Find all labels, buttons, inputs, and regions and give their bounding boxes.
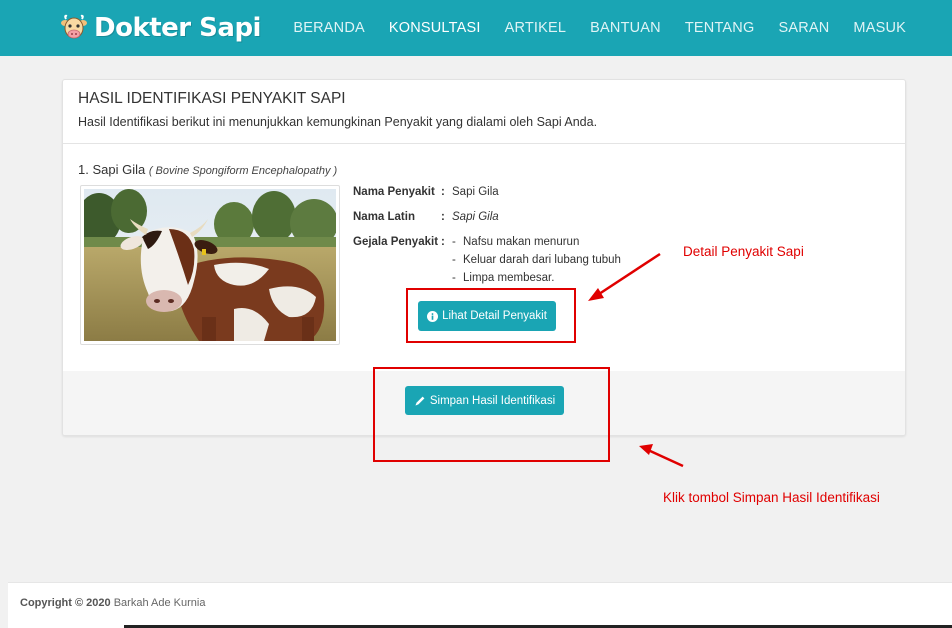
save-annotation-text: Klik tombol Simpan Hasil Identifikasi [663, 490, 880, 505]
latin-value: Sapi Gila [452, 211, 499, 223]
cow-photo [84, 189, 336, 341]
latin-label: Nama Latin [353, 211, 415, 223]
brand-name: Dokter Sapi [94, 13, 261, 43]
detail-annotation-text: Detail Penyakit Sapi [683, 244, 804, 259]
copyright-text: Copyright © 2020 Barkah Ade Kurnia [20, 597, 205, 609]
disease-image-frame [80, 185, 340, 345]
nav-item-artikel[interactable]: ARTIKEL [505, 20, 567, 36]
brand-link[interactable]: Dokter Sapi [60, 10, 261, 46]
page-footer: Copyright © 2020 Barkah Ade Kurnia [8, 582, 952, 628]
result-heading: 1. Sapi Gila ( Bovine Spongiform Encepha… [78, 162, 337, 177]
arrow-head-save [639, 444, 653, 455]
nav-item-masuk[interactable]: MASUK [853, 20, 906, 36]
cow-face-icon [61, 14, 87, 39]
latin-colon: : [441, 211, 445, 223]
copyright-author: Barkah Ade Kurnia [113, 597, 206, 609]
symptom-text: Keluar darah dari lubang tubuh [463, 254, 621, 266]
name-value: Sapi Gila [452, 186, 499, 198]
symptom-bullet: - [452, 272, 456, 284]
disease-latin-heading: ( Bovine Spongiform Encephalopathy ) [148, 165, 338, 177]
arrow-to-save [647, 448, 684, 468]
nav-item-beranda[interactable]: BERANDA [293, 20, 365, 36]
detail-highlight-box [406, 288, 576, 343]
page-subtitle: Hasil Identifikasi berikut ini menunjukk… [78, 115, 598, 129]
main-nav: BERANDA KONSULTASI ARTIKEL BANTUAN TENTA… [269, 0, 906, 56]
navbar: Dokter Sapi BERANDA KONSULTASI ARTIKEL B… [0, 0, 952, 56]
symptoms-colon: : [441, 236, 445, 248]
disease-name-heading: 1. Sapi Gila [78, 162, 146, 177]
nav-item-tentang[interactable]: TENTANG [685, 20, 755, 36]
page-title: HASIL IDENTIFIKASI PENYAKIT SAPI [78, 90, 346, 107]
card-header: HASIL IDENTIFIKASI PENYAKIT SAPI Hasil I… [63, 80, 905, 144]
name-label: Nama Penyakit [353, 186, 435, 198]
save-highlight-box [373, 367, 610, 462]
nav-item-saran[interactable]: SARAN [778, 20, 829, 36]
symptom-text: Limpa membesar. [463, 272, 555, 284]
symptom-text: Nafsu makan menurun [463, 236, 580, 248]
symptom-bullet: - [452, 254, 456, 266]
symptom-bullet: - [452, 236, 456, 248]
symptoms-label: Gejala Penyakit [353, 236, 439, 248]
name-colon: : [441, 186, 445, 198]
nav-item-konsultasi[interactable]: KONSULTASI [389, 20, 481, 36]
copyright-label: Copyright © 2020 [20, 597, 111, 609]
nav-item-bantuan[interactable]: BANTUAN [590, 20, 661, 36]
